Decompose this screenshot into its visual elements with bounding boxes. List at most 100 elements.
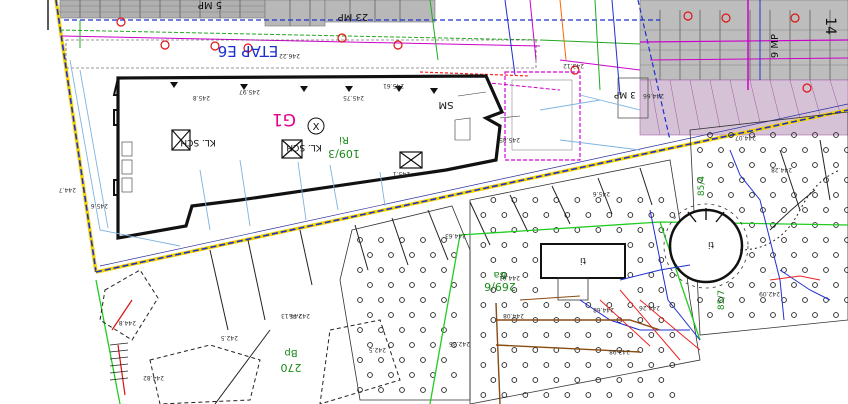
parking-23mp-label: 23 MP [338,11,369,22]
grass-dot [760,297,766,303]
grass-dot [522,212,529,218]
elevation-label: 242.09 [759,290,780,297]
grass-dot [616,377,623,383]
grass-dot [501,392,508,398]
grass-dot [451,312,457,318]
grass-dot [627,362,634,368]
grass-dot [669,332,676,338]
grass-dot [833,312,839,318]
grass-dot [451,282,457,288]
elevation-label: 245.6 [593,190,610,197]
grass-dot [532,257,539,263]
grass-dot [648,242,655,248]
grass-dot [409,252,415,258]
grass-dot [637,197,644,203]
grass-dot [409,282,415,288]
grass-dot [522,332,529,338]
grass-dot [749,162,755,168]
grass-dot [749,312,755,318]
grass-dot [791,312,797,318]
grass-dot [441,297,447,303]
grass-dot [564,302,571,308]
box-feature-label: ti [580,255,586,265]
grass-dot [367,312,373,318]
grass-dot [480,302,487,308]
grass-dot [501,332,508,338]
grass-dot [802,237,808,243]
grass-dot [441,387,447,393]
grass-dot [480,212,487,218]
grass-dot [430,312,436,318]
grass-dot [532,197,539,203]
grass-dot [637,257,644,263]
grass-dot [760,147,766,153]
grass-dot [833,192,839,198]
plot-a-number: 109/3 [328,147,360,160]
grass-dot [511,257,518,263]
grass-dot [707,162,713,168]
grass-dot [627,212,634,218]
grass-dot [844,147,848,153]
grass-dot [833,252,839,258]
grass-dot [574,227,581,233]
grass-dot [802,177,808,183]
grass-dot [399,297,405,303]
grass-dot [669,212,676,218]
grass-dot [627,332,634,338]
grass-dot [844,207,848,213]
grass-dot [378,387,384,393]
grass-dot [637,227,644,233]
grass-dot [718,147,724,153]
grass-dot [480,392,487,398]
grass-dot [399,387,405,393]
grass-dot [420,387,426,393]
grass-dot [388,282,394,288]
grass-dot [490,197,497,203]
grass-dot [606,212,613,218]
grass-dot [378,267,384,273]
grass-dot [367,282,373,288]
elevation-label: 245.75 [343,94,364,101]
elevation-label: 242.5 [221,334,238,341]
plot-c-number: 270 [281,361,302,374]
x-mark-label: X [313,122,320,133]
grass-dot [791,282,797,288]
grass-dot [451,372,457,378]
grass-dot [781,207,787,213]
grass-dot [648,392,655,398]
grass-dot [522,362,529,368]
grass-dot [802,207,808,213]
grass-dot [812,312,818,318]
grass-dot [844,267,848,273]
elevation-label: 245.97 [239,88,260,95]
grass-dot [532,377,539,383]
grass-dot [388,372,394,378]
elevation-label: 243.12 [563,62,584,69]
grass-dot [781,177,787,183]
grass-dot [781,237,787,243]
grass-dot [367,252,373,258]
grass-dot [430,282,436,288]
grass-dot [697,147,703,153]
elevation-label: 244.63 [445,232,466,239]
grass-dot [637,287,644,293]
elevation-label: 244.66 [643,92,664,99]
grass-dot [844,237,848,243]
elevation-label: 245.61 [383,82,404,89]
grass-dot [441,267,447,273]
grass-dot [595,197,602,203]
grass-dot [501,212,508,218]
grass-dot [648,272,655,278]
elevation-label: 244.26 [639,304,660,311]
grass-dot [585,332,592,338]
grass-dot [480,272,487,278]
grass-dot [739,297,745,303]
elevation-label: 244.8 [119,319,136,326]
grass-dot [501,362,508,368]
grass-dot [420,297,426,303]
elevation-label: 242.5 [369,346,386,353]
grass-dot [532,347,539,353]
building-label: G1 [272,109,296,129]
grass-dot [812,192,818,198]
grass-dot [490,227,497,233]
